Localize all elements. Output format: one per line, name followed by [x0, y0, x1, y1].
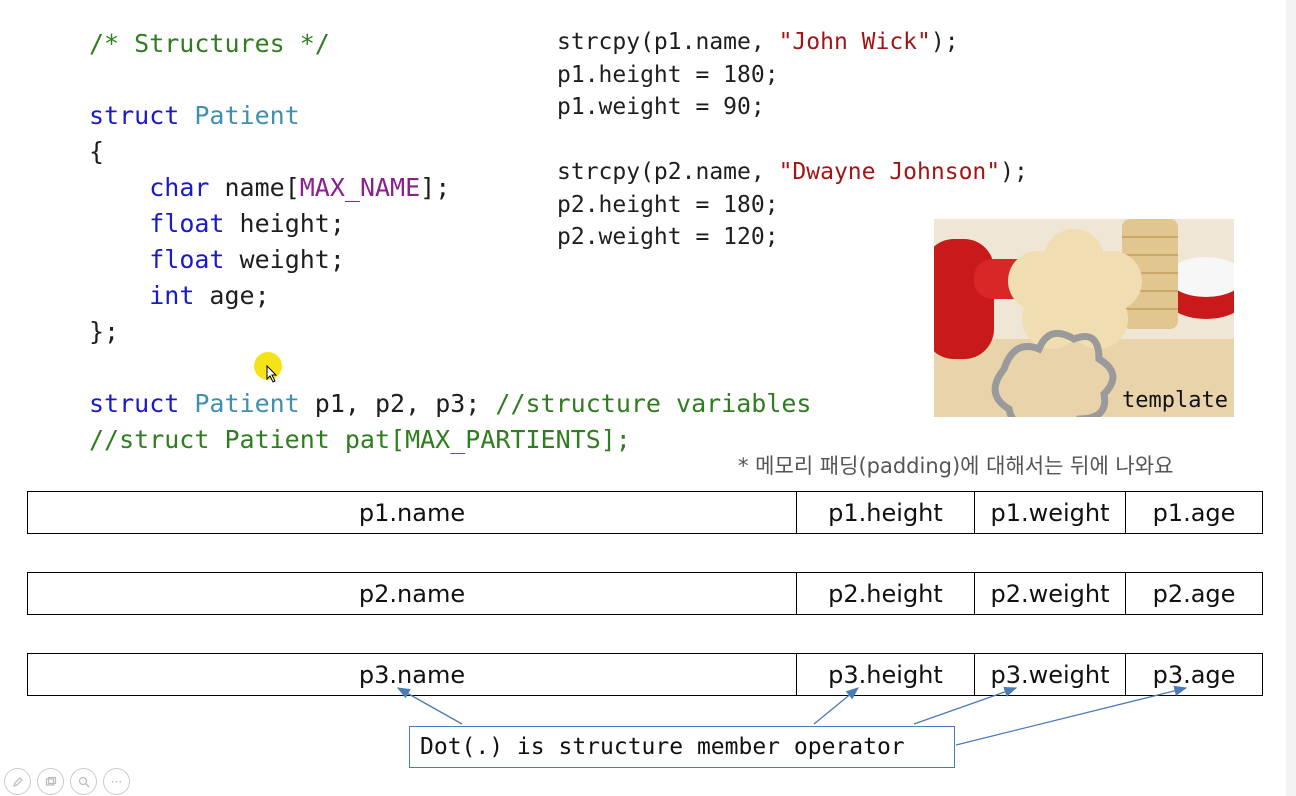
cell-p3-height: p3.height	[796, 654, 974, 695]
memory-row-p3: p3.name p3.height p3.weight p3.age	[27, 653, 1263, 696]
cell-p1-age: p1.age	[1125, 492, 1262, 533]
cookie-cutter-photo: template	[934, 219, 1234, 417]
keyword-char: char	[149, 173, 210, 202]
slides-icon[interactable]	[37, 768, 64, 795]
comment-structures: /* Structures */	[89, 29, 330, 58]
array-comment: //struct Patient pat[MAX_PARTIENTS];	[89, 425, 631, 454]
cell-p2-age: p2.age	[1125, 573, 1262, 614]
more-icon[interactable]: ···	[103, 768, 130, 795]
line5: p2.height = 180;	[557, 191, 779, 218]
weight-decl: weight;	[224, 245, 345, 274]
keyword-float-weight: float	[149, 245, 225, 274]
memory-row-p1: p1.name p1.height p1.weight p1.age	[27, 491, 1263, 534]
pen-icon[interactable]	[4, 768, 31, 795]
brace-close: };	[89, 317, 120, 346]
keyword-struct: struct	[89, 101, 180, 130]
age-decl: age;	[194, 281, 270, 310]
name-decl-end: ];	[420, 173, 451, 202]
line3: p1.weight = 90;	[557, 94, 765, 120]
string-john-wick: "John Wick"	[778, 29, 931, 55]
keyword-float-height: float	[149, 209, 225, 238]
zoom-icon[interactable]	[70, 768, 97, 795]
cell-p1-name: p1.name	[358, 498, 466, 527]
brace-open: {	[89, 137, 105, 166]
type-patient-vars: Patient	[194, 389, 300, 418]
cell-p3-age: p3.age	[1125, 654, 1262, 695]
line6: p2.weight = 120;	[557, 224, 779, 250]
presentation-toolbar: ···	[4, 768, 130, 795]
vars-decl: p1, p2, p3;	[299, 389, 496, 418]
cell-p2-name: p2.name	[358, 579, 466, 608]
cell-p2-weight: p2.weight	[974, 573, 1125, 614]
cell-p3-weight: p3.weight	[974, 654, 1125, 695]
string-dwayne-johnson: "Dwayne Johnson"	[778, 159, 1001, 185]
memory-row-p2: p2.name p2.height p2.weight p2.age	[27, 572, 1263, 615]
cell-p1-height: p1.height	[796, 492, 974, 533]
keyword-struct-vars: struct	[89, 389, 180, 418]
macro-max-name: MAX_NAME	[299, 173, 421, 202]
line1-b: );	[930, 29, 959, 55]
mouse-pointer-icon	[266, 365, 278, 383]
cell-p2-height: p2.height	[796, 573, 974, 614]
line2: p1.height = 180;	[557, 61, 779, 88]
name-decl: name[	[209, 173, 300, 202]
height-decl: height;	[224, 209, 345, 238]
keyword-int: int	[149, 281, 195, 310]
arrow-to-age	[955, 685, 1188, 746]
cell-p3-name: p3.name	[358, 660, 466, 689]
photo-caption: template	[1122, 388, 1228, 413]
type-patient: Patient	[194, 101, 300, 130]
scrollbar[interactable]	[1286, 0, 1296, 796]
vars-comment: //structure variables	[495, 389, 812, 418]
cell-p1-weight: p1.weight	[974, 492, 1125, 533]
line1-a: strcpy(p1.name,	[557, 29, 779, 55]
line4-a: strcpy(p2.name,	[557, 159, 779, 185]
line4-b: );	[1000, 159, 1028, 185]
dot-operator-callout: Dot(.) is structure member operator	[409, 726, 955, 768]
padding-note: * 메모리 패딩(padding)에 대해서는 뒤에 나와요	[738, 454, 1174, 478]
